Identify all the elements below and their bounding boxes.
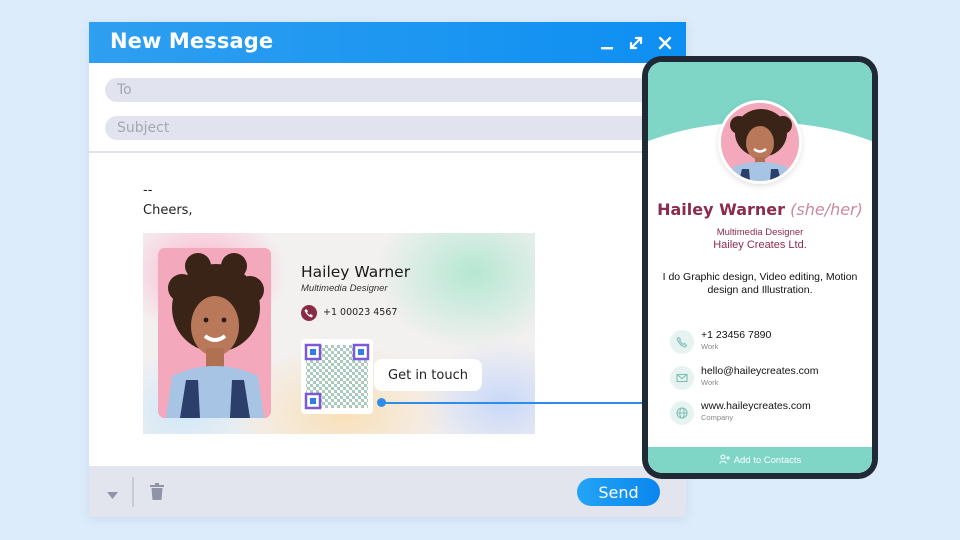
send-button[interactable]: Send — [577, 478, 660, 506]
contact-value: www.haileycreates.com — [701, 400, 811, 412]
signature-photo — [158, 248, 271, 418]
connector-line — [381, 402, 646, 404]
qr-code[interactable] — [301, 339, 373, 414]
contact-label: Company — [701, 413, 734, 422]
subject-input[interactable] — [117, 116, 637, 140]
phone-mockup: Hailey Warner (she/her) Multimedia Desig… — [642, 56, 878, 479]
contact-label: Work — [701, 378, 719, 387]
contact-phone-row[interactable]: +1 23456 7890 Work — [670, 329, 860, 357]
contact-website-row[interactable]: www.haileycreates.com Company — [670, 400, 860, 428]
expand-icon[interactable] — [626, 33, 646, 53]
phone-icon — [670, 330, 694, 354]
avatar-ring — [718, 100, 802, 184]
card-company: Hailey Creates Ltd. — [713, 239, 807, 251]
card-name: Hailey Warner (she/her) — [648, 200, 872, 219]
closing-text: Cheers, — [143, 203, 193, 218]
business-card: Hailey Warner (she/her) Multimedia Desig… — [648, 62, 872, 473]
signature-role: Multimedia Designer — [301, 283, 388, 294]
compose-toolbar: Send — [89, 466, 686, 517]
add-user-icon — [718, 454, 730, 467]
contact-label: Work — [701, 342, 719, 351]
signature-separator: -- — [143, 183, 153, 198]
contact-value: hello@haileycreates.com — [701, 365, 819, 377]
add-to-contacts-label: Add to Contacts — [733, 454, 802, 466]
contact-email-row[interactable]: hello@haileycreates.com Work — [670, 365, 860, 393]
card-name-text: Hailey Warner — [657, 200, 786, 219]
signature-name: Hailey Warner — [301, 263, 411, 281]
email-signature: Hailey Warner Multimedia Designer +1 000… — [143, 233, 535, 434]
signature-phone: +1 00023 4567 — [323, 307, 398, 318]
compose-title: New Message — [110, 29, 274, 53]
to-input[interactable] — [117, 78, 637, 102]
contact-value: +1 23456 7890 — [701, 329, 772, 341]
minimize-icon[interactable] — [597, 33, 617, 53]
phone-icon — [301, 305, 317, 321]
card-role: Multimedia Designer — [716, 227, 804, 238]
card-bio: I do Graphic design, Video editing, Moti… — [662, 271, 858, 296]
chevron-down-icon[interactable] — [107, 487, 118, 505]
toolbar-divider — [132, 477, 134, 507]
card-pronouns: (she/her) — [790, 200, 863, 219]
header-divider — [89, 151, 686, 153]
mail-icon — [670, 366, 694, 390]
compose-titlebar: New Message — [89, 22, 686, 63]
add-to-contacts-button[interactable]: Add to Contacts — [648, 447, 872, 473]
get-in-touch-button[interactable]: Get in touch — [374, 359, 482, 391]
compose-window: New Message -- Cheers, — [89, 22, 705, 517]
subject-field[interactable] — [105, 116, 705, 140]
avatar — [721, 103, 799, 181]
globe-icon — [670, 401, 694, 425]
to-field[interactable] — [105, 78, 705, 102]
close-icon[interactable] — [655, 33, 675, 53]
trash-icon[interactable] — [150, 483, 164, 505]
connector-dot — [377, 398, 386, 407]
